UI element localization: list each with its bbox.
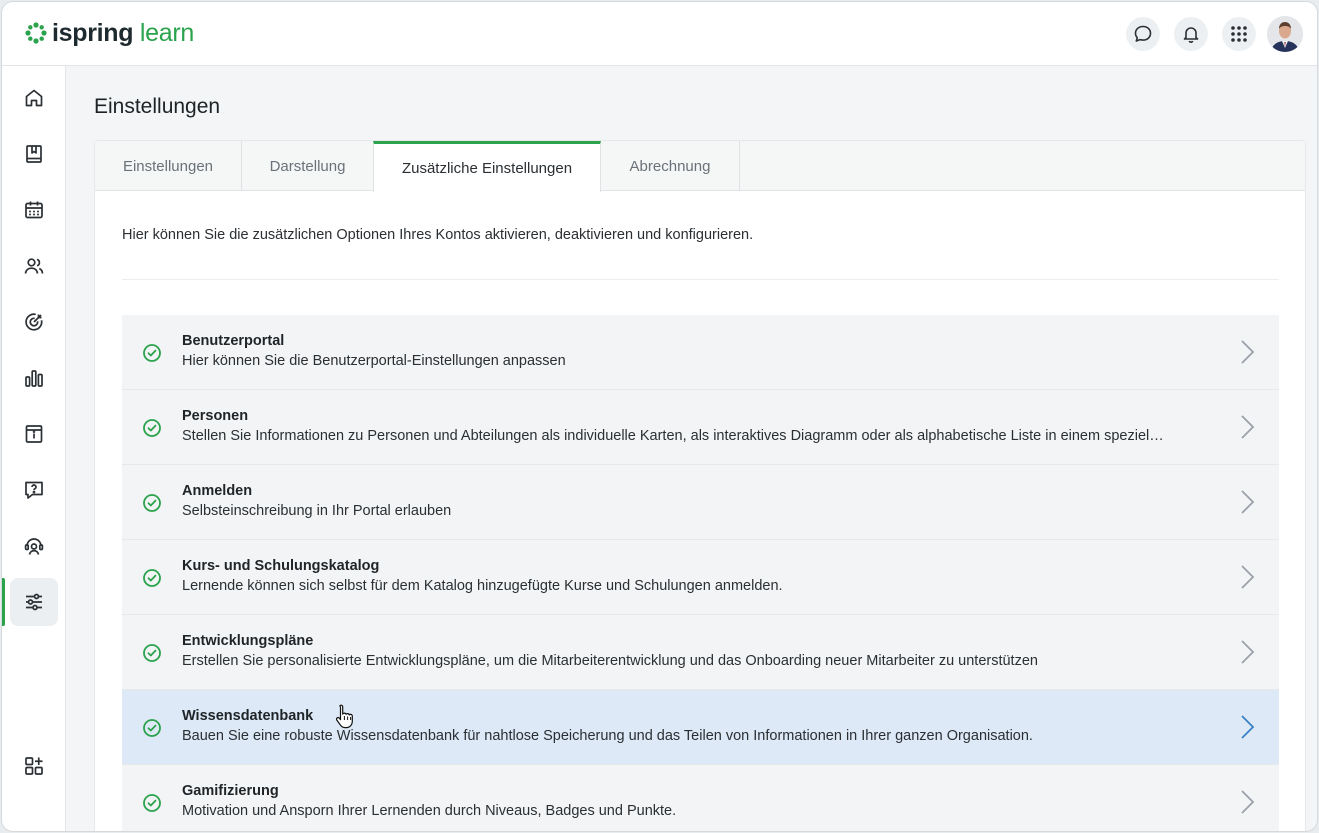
option-benutzerportal[interactable]: Benutzerportal Hier können Sie die Benut… [122,315,1279,390]
apps-button[interactable] [1222,17,1256,51]
option-anmelden[interactable]: Anmelden Selbsteinschreibung in Ihr Port… [122,465,1279,540]
notifications-button[interactable] [1174,17,1208,51]
option-description: Hier können Sie die Benutzerportal-Einst… [182,353,566,369]
support-icon [24,538,44,555]
sidebar [2,66,66,831]
sidebar-item-courses[interactable] [10,130,58,178]
sidebar-item-reports[interactable] [10,354,58,402]
active-indicator [2,578,5,626]
check-circle-icon [143,794,161,812]
option-wissensdatenbank[interactable]: Wissensdatenbank Bauen Sie eine robuste … [122,690,1279,765]
option-title: Wissensdatenbank [182,708,314,724]
chat-icon [1134,25,1152,42]
option-title: Kurs- und Schulungskatalog [182,558,380,574]
sidebar-item-users[interactable] [10,242,58,290]
sidebar-item-settings[interactable] [10,578,58,626]
tab-darstellung[interactable]: Darstellung [242,141,374,191]
tab-zusaetzliche-einstellungen[interactable]: Zusätzliche Einstellungen [373,141,601,192]
target-icon [25,313,43,331]
tab-abrechnung[interactable]: Abrechnung [601,141,740,191]
chevron-right-icon [1241,565,1255,589]
hand-cursor-icon [335,704,353,729]
tab-bar: Einstellungen Darstellung Zusätzliche Ei… [95,141,1305,192]
logo-text-ispring: ispring [52,19,134,47]
tab-einstellungen[interactable]: Einstellungen [95,141,242,191]
chevron-right-icon [1241,715,1255,739]
users-icon [24,258,44,274]
option-title: Anmelden [182,483,253,499]
check-circle-icon [143,344,161,362]
option-entwicklungsplaene[interactable]: Entwicklungspläne Erstellen Sie personal… [122,615,1279,690]
info-panel-icon [25,425,43,443]
sidebar-item-goals[interactable] [10,298,58,346]
avatar-image [1267,16,1303,52]
option-description: Selbsteinschreibung in Ihr Portal erlaub… [182,503,452,519]
bar-chart-icon [25,370,43,387]
option-kurs-schulungskatalog[interactable]: Kurs- und Schulungskatalog Lernende könn… [122,540,1279,615]
option-description: Erstellen Sie personalisierte Entwicklun… [182,653,1038,669]
sidebar-item-questions[interactable] [10,466,58,514]
home-icon [25,89,43,107]
option-description: Stellen Sie Informationen zu Personen un… [182,428,1164,444]
check-circle-icon [143,719,161,737]
option-description: Bauen Sie eine robuste Wissensdatenbank … [182,728,1033,744]
option-title: Gamifizierung [182,783,279,799]
chat-button[interactable] [1126,17,1160,51]
settings-card: Einstellungen Darstellung Zusätzliche Ei… [94,140,1306,831]
sidebar-item-add-widget[interactable] [10,742,58,790]
question-bubble-icon [25,481,43,499]
check-circle-icon [143,569,161,587]
book-icon [26,145,42,163]
sidebar-item-support[interactable] [10,522,58,570]
chevron-right-icon [1241,415,1255,439]
option-title: Entwicklungspläne [182,633,314,649]
logo[interactable]: ispring learn [24,18,194,48]
ispring-logo-icon [25,22,47,44]
option-description: Lernende können sich selbst für dem Kata… [182,578,783,594]
chevron-right-icon [1241,640,1255,664]
sidebar-item-calendar[interactable] [10,186,58,234]
intro-text: Hier können Sie die zusätzlichen Optione… [122,227,754,243]
settings-sliders-icon [26,593,42,611]
sidebar-item-info[interactable] [10,410,58,458]
sidebar-item-home[interactable] [10,74,58,122]
option-title: Personen [182,408,249,424]
top-bar: ispring learn [2,2,1317,66]
bell-icon [1183,27,1199,43]
logo-text-learn: learn [139,19,194,47]
option-personen[interactable]: Personen Stellen Sie Informationen zu Pe… [122,390,1279,465]
option-title: Benutzerportal [182,333,285,349]
user-avatar[interactable] [1267,16,1303,52]
check-circle-icon [143,494,161,512]
logo-text: ispring learn [52,18,194,48]
option-gamifizierung[interactable]: Gamifizierung Motivation und Ansporn Ihr… [122,765,1279,831]
page-title: Einstellungen [94,95,221,118]
calendar-icon [25,201,43,219]
chevron-right-icon [1241,340,1255,364]
check-circle-icon [143,419,161,437]
app-window: ispring learn Einstellungen Einstellunge… [1,1,1318,832]
divider [122,279,1279,280]
option-description: Motivation und Ansporn Ihrer Lernenden d… [182,803,677,819]
check-circle-icon [143,644,161,662]
chevron-right-icon [1241,490,1255,514]
apps-grid-icon [1231,26,1247,42]
add-widget-icon [25,757,43,775]
chevron-right-icon [1241,790,1255,814]
